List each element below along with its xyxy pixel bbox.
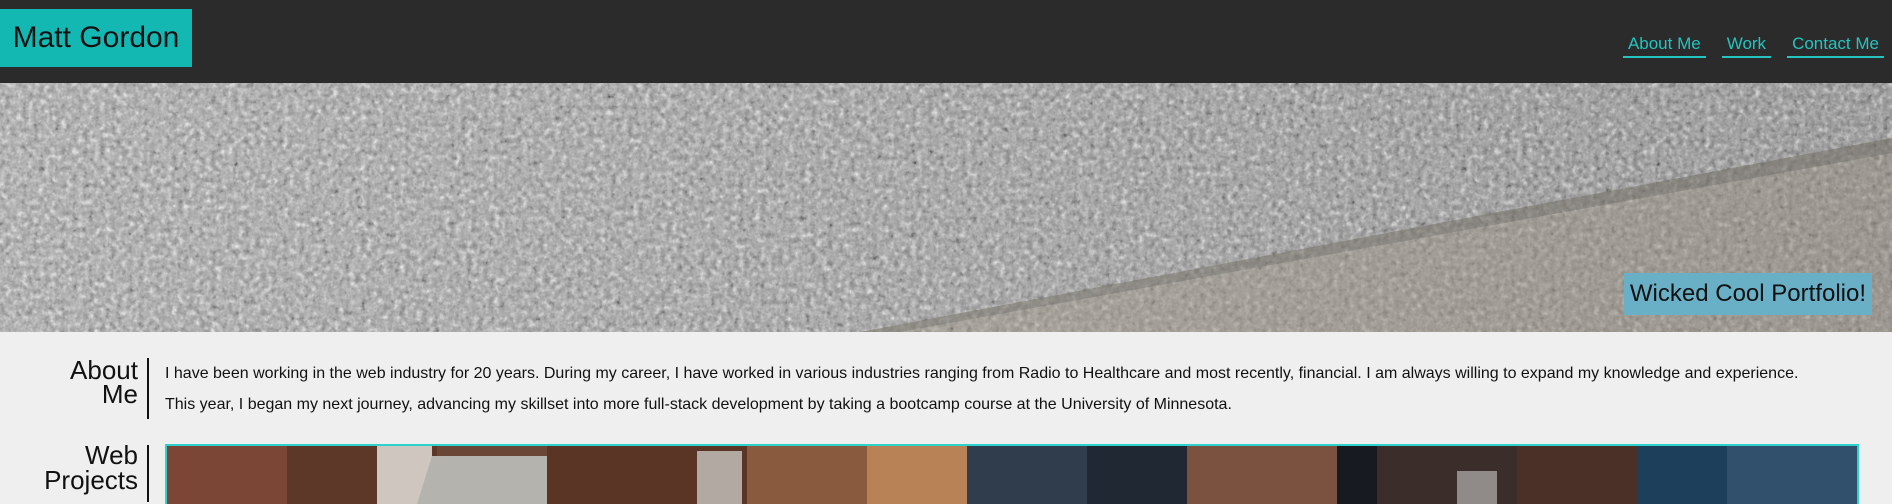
web-projects-section-title: Web Projects bbox=[44, 440, 138, 495]
hero-banner: Wicked Cool Portfolio! bbox=[0, 83, 1892, 332]
nav-link-contact-me[interactable]: Contact Me bbox=[1787, 34, 1884, 58]
about-content: I have been working in the web industry … bbox=[165, 358, 1852, 420]
project-photo bbox=[167, 446, 1857, 504]
projects-divider bbox=[147, 445, 149, 502]
about-section-title: About Me bbox=[70, 355, 138, 409]
nav-link-work[interactable]: Work bbox=[1721, 34, 1772, 58]
hero-tagline-badge: Wicked Cool Portfolio! bbox=[1623, 273, 1872, 315]
brand-logo[interactable]: Matt Gordon bbox=[0, 9, 192, 67]
project-thumbnail[interactable] bbox=[165, 444, 1859, 504]
about-paragraph: I have been working in the web industry … bbox=[165, 365, 1799, 382]
nav-link-about-me[interactable]: About Me bbox=[1622, 34, 1706, 58]
site-header: Matt Gordon About Me Work Contact Me bbox=[0, 0, 1892, 83]
main-nav: About Me Work Contact Me bbox=[1622, 34, 1884, 58]
hero-granite-image bbox=[0, 83, 1892, 332]
about-divider bbox=[147, 358, 149, 419]
about-paragraph: This year, I began my next journey, adva… bbox=[165, 396, 1232, 413]
